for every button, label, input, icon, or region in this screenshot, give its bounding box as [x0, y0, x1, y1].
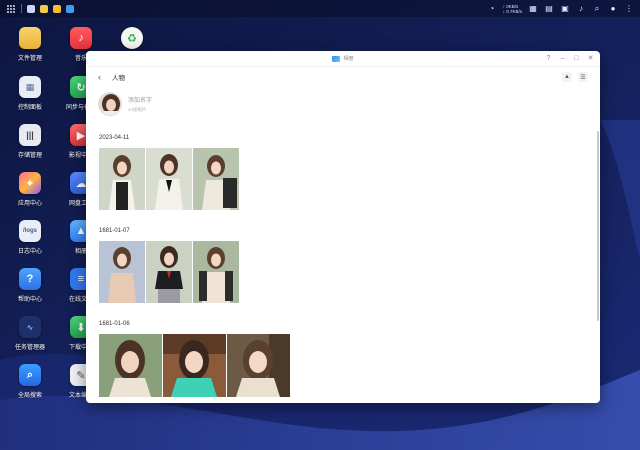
person-header: 添加名字 14张照片: [86, 87, 600, 121]
date-group: 1681-01-06: [99, 321, 290, 397]
network-speed: ↑ 0KB/s ↓ 0.7KB/s: [503, 4, 522, 14]
date-group: 1681-01-07: [99, 228, 239, 303]
window-title: 相册: [343, 56, 354, 62]
desktop-icon-file-manager[interactable]: 文件管理: [6, 27, 54, 62]
more-icon[interactable]: ⋮: [624, 4, 634, 14]
download-speed: ↓ 0.7KB/s: [502, 8, 522, 14]
group-date: 2023-04-11: [99, 135, 130, 141]
desktop-icon-label: 全局搜索: [17, 393, 42, 399]
task-manager-icon: ∿: [19, 316, 41, 338]
photo-thumbnail[interactable]: [227, 334, 290, 397]
desktop-icon-storage[interactable]: ||| 存储管理: [6, 124, 54, 159]
photos-app-icon: [332, 55, 341, 62]
image-icon[interactable]: ▲: [562, 72, 572, 82]
page-title: 人物: [112, 75, 125, 82]
window-titlebar[interactable]: 相册 ? – □ ✕: [86, 51, 600, 67]
top-bar: ◔ ↑ 0KB/s ↓ 0.7KB/s ▦ ▤ ▣ ♪ ⌕ ● ⋮: [0, 0, 640, 17]
desktop-icon-label: 存储管理: [17, 153, 42, 159]
maximize-button[interactable]: □: [573, 54, 580, 63]
search-icon: ⌕: [19, 364, 41, 386]
help-icon: ?: [19, 268, 41, 290]
photo-thumbnail[interactable]: [193, 148, 239, 210]
scrollbar[interactable]: [597, 131, 599, 321]
desktop-icon-label: 帮助中心: [17, 297, 42, 303]
photo-thumbnail[interactable]: [146, 241, 192, 303]
desktop-icon-task-manager[interactable]: ∿ 任务管理器: [6, 316, 54, 351]
desktop-icon-app-center[interactable]: ✦ 应用中心: [6, 172, 54, 207]
photo-thumbnail[interactable]: [146, 148, 192, 210]
photo-thumbnail[interactable]: [99, 241, 145, 303]
control-panel-icon: ▦: [19, 76, 41, 98]
storage-icon: |||: [19, 124, 41, 146]
close-button[interactable]: ✕: [587, 54, 594, 63]
photos-window: 相册 ? – □ ✕ ‹ 人物 ▲ ☰ 添加名字 14张照片 2023-04-1…: [86, 51, 600, 403]
desktop-icon-control-panel[interactable]: ▦ 控制面板: [6, 76, 54, 111]
person-name[interactable]: 添加名字: [128, 95, 152, 104]
app-center-icon: ✦: [19, 172, 41, 194]
messages-icon[interactable]: ▤: [544, 4, 554, 14]
avatar[interactable]: [98, 92, 122, 116]
taskbar-photos-icon[interactable]: [66, 4, 74, 13]
desktop-icon-log-center[interactable]: /logs 日志中心: [6, 220, 54, 255]
date-group: 2023-04-11: [99, 135, 239, 210]
help-icon[interactable]: ?: [545, 54, 552, 63]
taskbar-folder-icon[interactable]: [53, 4, 61, 13]
app-launcher-icon[interactable]: [6, 4, 16, 14]
recycle-icon: ♻: [121, 27, 143, 49]
page-header: ‹ 人物 ▲ ☰: [86, 67, 600, 87]
search-icon[interactable]: ⌕: [592, 4, 602, 14]
widgets-icon[interactable]: ▦: [528, 4, 538, 14]
photo-thumbnail[interactable]: [163, 334, 226, 397]
user-icon[interactable]: ●: [608, 4, 618, 14]
minimize-button[interactable]: –: [559, 54, 566, 63]
taskbar-app-icon[interactable]: [27, 4, 35, 13]
screen-icon[interactable]: ▣: [560, 4, 570, 14]
desktop-icon-label: 文件管理: [17, 56, 42, 62]
desktop-icon-recycle[interactable]: ♻: [108, 27, 156, 49]
photo-count: 14张照片: [128, 107, 147, 112]
desktop-icon-label: 控制面板: [17, 105, 42, 111]
group-date: 1681-01-06: [99, 321, 130, 327]
desktop-icon-label: 任务管理器: [14, 345, 45, 351]
notification-icon[interactable]: ♪: [576, 4, 586, 14]
back-arrow-icon[interactable]: ‹: [98, 72, 108, 82]
desktop-icon-label: 日志中心: [17, 249, 42, 255]
photo-thumbnail[interactable]: [99, 334, 162, 397]
desktop-icon-label: 应用中心: [17, 201, 42, 207]
network-monitor-icon[interactable]: ◔: [487, 4, 497, 14]
log-icon: /logs: [19, 220, 41, 242]
desktop-icon-help-center[interactable]: ? 帮助中心: [6, 268, 54, 303]
folder-icon: [19, 27, 41, 49]
photo-thumbnail[interactable]: [99, 148, 145, 210]
desktop-icon-global-search[interactable]: ⌕ 全局搜索: [6, 364, 54, 399]
photo-thumbnail[interactable]: [193, 241, 239, 303]
topbar-divider: [21, 4, 22, 13]
group-date: 1681-01-07: [99, 228, 130, 234]
music-icon: ♪: [70, 27, 92, 49]
taskbar-folder-icon[interactable]: [40, 4, 48, 13]
list-view-icon[interactable]: ☰: [578, 72, 588, 82]
